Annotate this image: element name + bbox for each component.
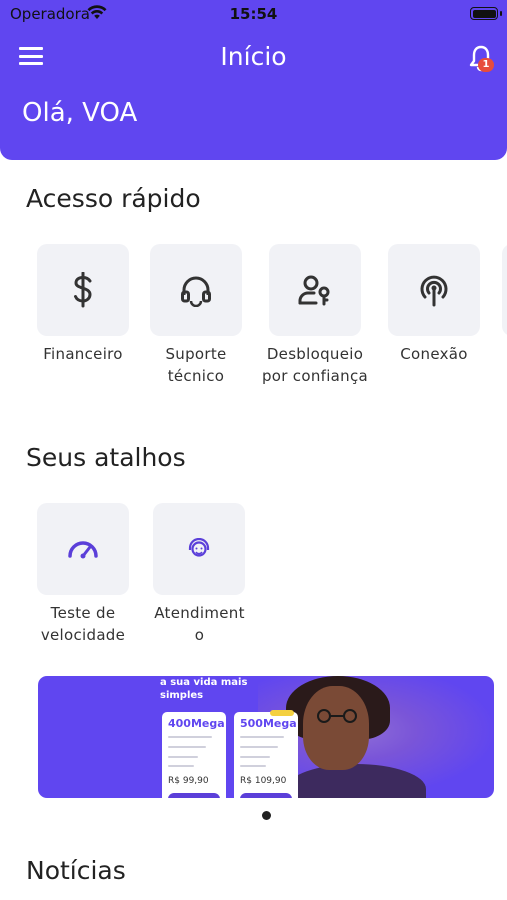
status-time: 15:54 — [229, 5, 278, 23]
antenna-icon — [420, 275, 448, 307]
shortcut-atendimento-label: Atendiment o — [154, 604, 245, 644]
news-title: Notícias — [26, 856, 126, 885]
battery-nub — [500, 11, 502, 16]
battery-icon — [470, 7, 498, 20]
dollar-icon — [74, 272, 92, 308]
plan-cta-button[interactable] — [240, 793, 292, 798]
shortcut-atendimento-tile[interactable] — [153, 503, 245, 595]
plan-name: 400Mega — [168, 717, 225, 730]
quick-conexao-tile[interactable] — [388, 244, 480, 336]
page-title: Início — [220, 42, 287, 71]
shortcut-speedtest-label: Teste de velocidade — [40, 604, 126, 644]
plan-card-500[interactable]: 500Mega R$ 109,90 — [234, 710, 298, 798]
plan-name: 500Mega — [240, 717, 297, 730]
quick-financeiro-tile[interactable] — [37, 244, 129, 336]
quick-desbloqueio-tile[interactable] — [269, 244, 361, 336]
status-bar: Operadora 15:54 — [0, 0, 507, 28]
quick-access-title: Acesso rápido — [26, 184, 201, 213]
plan-price: R$ 99,90 — [168, 776, 209, 786]
shortcut-speedtest-tile[interactable] — [37, 503, 129, 595]
banner-headline: a sua vida mais simples — [160, 677, 248, 701]
app-header: Operadora 15:54 Início 1 Olá, VOA — [0, 0, 507, 160]
banner-photo-face — [303, 686, 369, 770]
quick-conexao-label: Conexão — [400, 345, 468, 363]
speedometer-icon — [68, 541, 98, 559]
plan-highlight-tag — [270, 710, 294, 716]
promo-banner[interactable]: a sua vida mais simples 400Mega R$ 99,90… — [38, 676, 494, 798]
quick-suporte-label: Suporte técnico — [165, 345, 227, 385]
greeting: Olá, VOA — [22, 98, 138, 128]
quick-next-tile-partial[interactable] — [502, 244, 507, 336]
plan-price: R$ 109,90 — [240, 776, 287, 786]
shortcuts-title: Seus atalhos — [26, 443, 186, 472]
support-agent-icon — [188, 538, 210, 557]
quick-desbloqueio-label: Desbloqueio por confiança — [261, 345, 369, 385]
quick-financeiro-label: Financeiro — [43, 345, 123, 363]
notification-badge: 1 — [478, 58, 494, 72]
plan-card-400[interactable]: 400Mega R$ 99,90 — [162, 712, 226, 798]
user-key-icon — [298, 275, 330, 306]
carousel-dot-active[interactable] — [262, 811, 271, 820]
glasses-icon — [317, 709, 357, 723]
quick-suporte-tile[interactable] — [150, 244, 242, 336]
plan-cta-button[interactable] — [168, 793, 220, 798]
headset-icon — [181, 276, 211, 307]
